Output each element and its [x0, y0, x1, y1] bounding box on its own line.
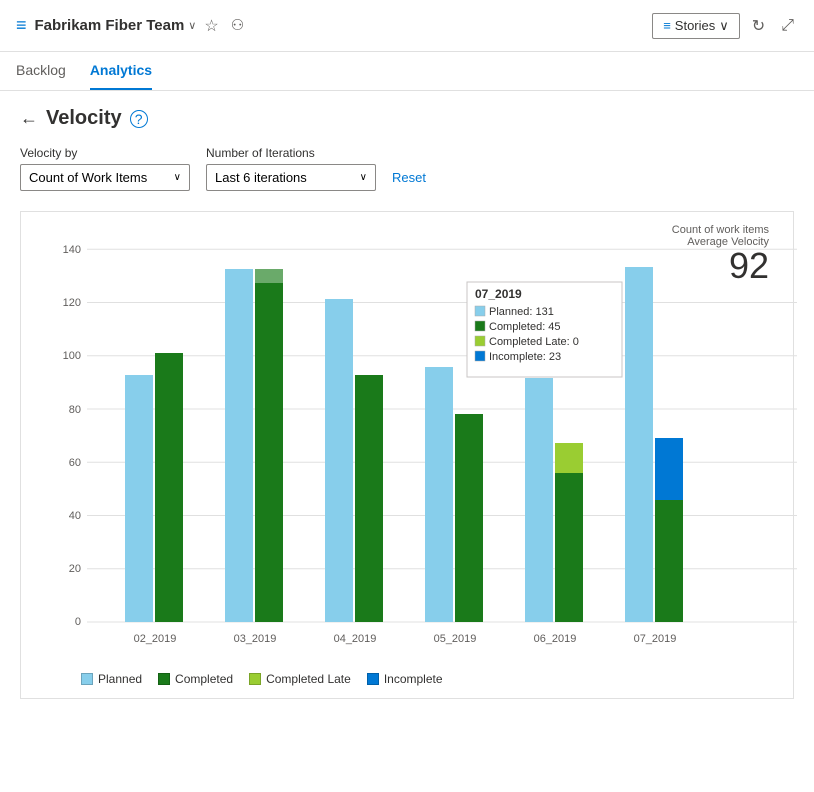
- completed-late-bar-5[interactable]: [555, 443, 583, 473]
- bar-group-3: 04_2019: [325, 299, 383, 645]
- help-icon[interactable]: ?: [130, 110, 148, 128]
- stories-chevron-icon: ∨: [719, 18, 729, 34]
- bar-group-6: 07_2019: [625, 267, 683, 645]
- incomplete-label: Incomplete: [384, 672, 443, 686]
- stories-icon: ≡: [663, 18, 671, 33]
- completed-bar-3[interactable]: [355, 375, 383, 622]
- stories-dropdown[interactable]: ≡ Stories ∨: [652, 13, 740, 39]
- completed-bar-6[interactable]: [655, 500, 683, 622]
- incomplete-bar-6[interactable]: [655, 438, 683, 500]
- svg-text:100: 100: [63, 350, 81, 362]
- chart-area: Count of work items Average Velocity 92: [20, 211, 794, 699]
- svg-text:40: 40: [69, 510, 81, 522]
- people-icon[interactable]: ⚇: [231, 16, 244, 36]
- chart-container: 0 20 40 60 80 100 120 140 02_2019: [37, 232, 777, 662]
- header-icons: ☆ ⚇: [204, 16, 244, 36]
- legend-completed: Completed: [158, 672, 233, 686]
- legend: Planned Completed Completed Late Incompl…: [37, 672, 777, 686]
- svg-text:02_2019: 02_2019: [134, 633, 177, 645]
- completed-bar-4[interactable]: [455, 414, 483, 622]
- filters-row: Velocity by Count of Work Items ∨ Number…: [20, 146, 794, 191]
- completed-swatch: [158, 673, 170, 685]
- bar-chart: 0 20 40 60 80 100 120 140 02_2019: [37, 232, 807, 662]
- velocity-by-label: Velocity by: [20, 146, 190, 160]
- reset-button[interactable]: Reset: [392, 164, 426, 191]
- svg-text:140: 140: [63, 244, 81, 256]
- planned-bar-5[interactable]: [525, 378, 553, 622]
- iterations-value: Last 6 iterations: [215, 170, 307, 185]
- completed-bar-5[interactable]: [555, 473, 583, 622]
- star-icon[interactable]: ☆: [204, 16, 218, 36]
- page-title: Velocity: [46, 107, 122, 130]
- page-title-row: ← Velocity ?: [20, 107, 794, 130]
- svg-text:20: 20: [69, 563, 81, 575]
- iterations-label: Number of Iterations: [206, 146, 376, 160]
- planned-bar-3[interactable]: [325, 299, 353, 622]
- iterations-dropdown[interactable]: Last 6 iterations ∨: [206, 164, 376, 191]
- velocity-by-dropdown[interactable]: Count of Work Items ∨: [20, 164, 190, 191]
- completed-bar-1[interactable]: [155, 353, 183, 622]
- svg-text:0: 0: [75, 616, 81, 628]
- iterations-chevron-icon: ∨: [360, 172, 367, 183]
- svg-text:Incomplete: 23: Incomplete: 23: [489, 351, 561, 363]
- legend-planned: Planned: [81, 672, 142, 686]
- tab-backlog[interactable]: Backlog: [16, 52, 66, 90]
- completed-bar-2[interactable]: [255, 269, 283, 622]
- svg-text:60: 60: [69, 457, 81, 469]
- svg-text:Completed: 45: Completed: 45: [489, 321, 561, 333]
- legend-incomplete: Incomplete: [367, 672, 443, 686]
- tab-analytics[interactable]: Analytics: [90, 52, 152, 90]
- expand-button[interactable]: ⤢: [777, 13, 798, 39]
- legend-completed-late: Completed Late: [249, 672, 351, 686]
- velocity-by-value: Count of Work Items: [29, 170, 147, 185]
- velocity-by-filter: Velocity by Count of Work Items ∨: [20, 146, 190, 191]
- bar-group-2: 03_2019: [225, 269, 283, 645]
- svg-text:03_2019: 03_2019: [234, 633, 277, 645]
- velocity-by-chevron-icon: ∨: [174, 172, 181, 183]
- bar-group-1: 02_2019: [125, 353, 183, 645]
- svg-text:Completed Late: 0: Completed Late: 0: [489, 336, 579, 348]
- right-controls: ≡ Stories ∨ ↻ ⤢: [652, 12, 798, 40]
- planned-swatch: [81, 673, 93, 685]
- svg-text:06_2019: 06_2019: [534, 633, 577, 645]
- team-icon: ≡: [16, 15, 27, 36]
- stories-label: Stories: [675, 18, 715, 33]
- svg-text:05_2019: 05_2019: [434, 633, 477, 645]
- completed-late-swatch: [249, 673, 261, 685]
- svg-text:07_2019: 07_2019: [634, 633, 677, 645]
- completed-late-bar-2[interactable]: [255, 269, 283, 283]
- iterations-filter: Number of Iterations Last 6 iterations ∨: [206, 146, 376, 191]
- header: ≡ Fabrikam Fiber Team ∨ ☆ ⚇ ≡ Stories ∨ …: [0, 0, 814, 52]
- planned-bar-1[interactable]: [125, 375, 153, 622]
- svg-text:07_2019: 07_2019: [475, 287, 522, 301]
- completed-late-label: Completed Late: [266, 672, 351, 686]
- planned-bar-2[interactable]: [225, 269, 253, 622]
- incomplete-swatch: [367, 673, 379, 685]
- team-chevron-icon[interactable]: ∨: [188, 19, 196, 32]
- bar-group-5: 06_2019: [525, 378, 583, 645]
- count-label: Count of work items: [672, 224, 769, 236]
- svg-text:Planned: 131: Planned: 131: [489, 306, 554, 318]
- team-name: Fabrikam Fiber Team: [35, 17, 185, 34]
- planned-bar-6[interactable]: [625, 267, 653, 622]
- svg-text:04_2019: 04_2019: [334, 633, 377, 645]
- svg-text:80: 80: [69, 404, 81, 416]
- planned-bar-4[interactable]: [425, 367, 453, 622]
- nav-tabs: Backlog Analytics: [0, 52, 814, 91]
- velocity-summary: Count of work items Average Velocity 92: [672, 224, 769, 284]
- completed-label: Completed: [175, 672, 233, 686]
- back-button[interactable]: ←: [20, 108, 38, 129]
- tooltip: 07_2019 Planned: 131 Completed: 45 Compl…: [467, 282, 622, 377]
- planned-label: Planned: [98, 672, 142, 686]
- avg-velocity-value: 92: [672, 248, 769, 284]
- refresh-button[interactable]: ↻: [748, 12, 769, 40]
- page-content: ← Velocity ? Velocity by Count of Work I…: [0, 91, 814, 715]
- svg-text:120: 120: [63, 297, 81, 309]
